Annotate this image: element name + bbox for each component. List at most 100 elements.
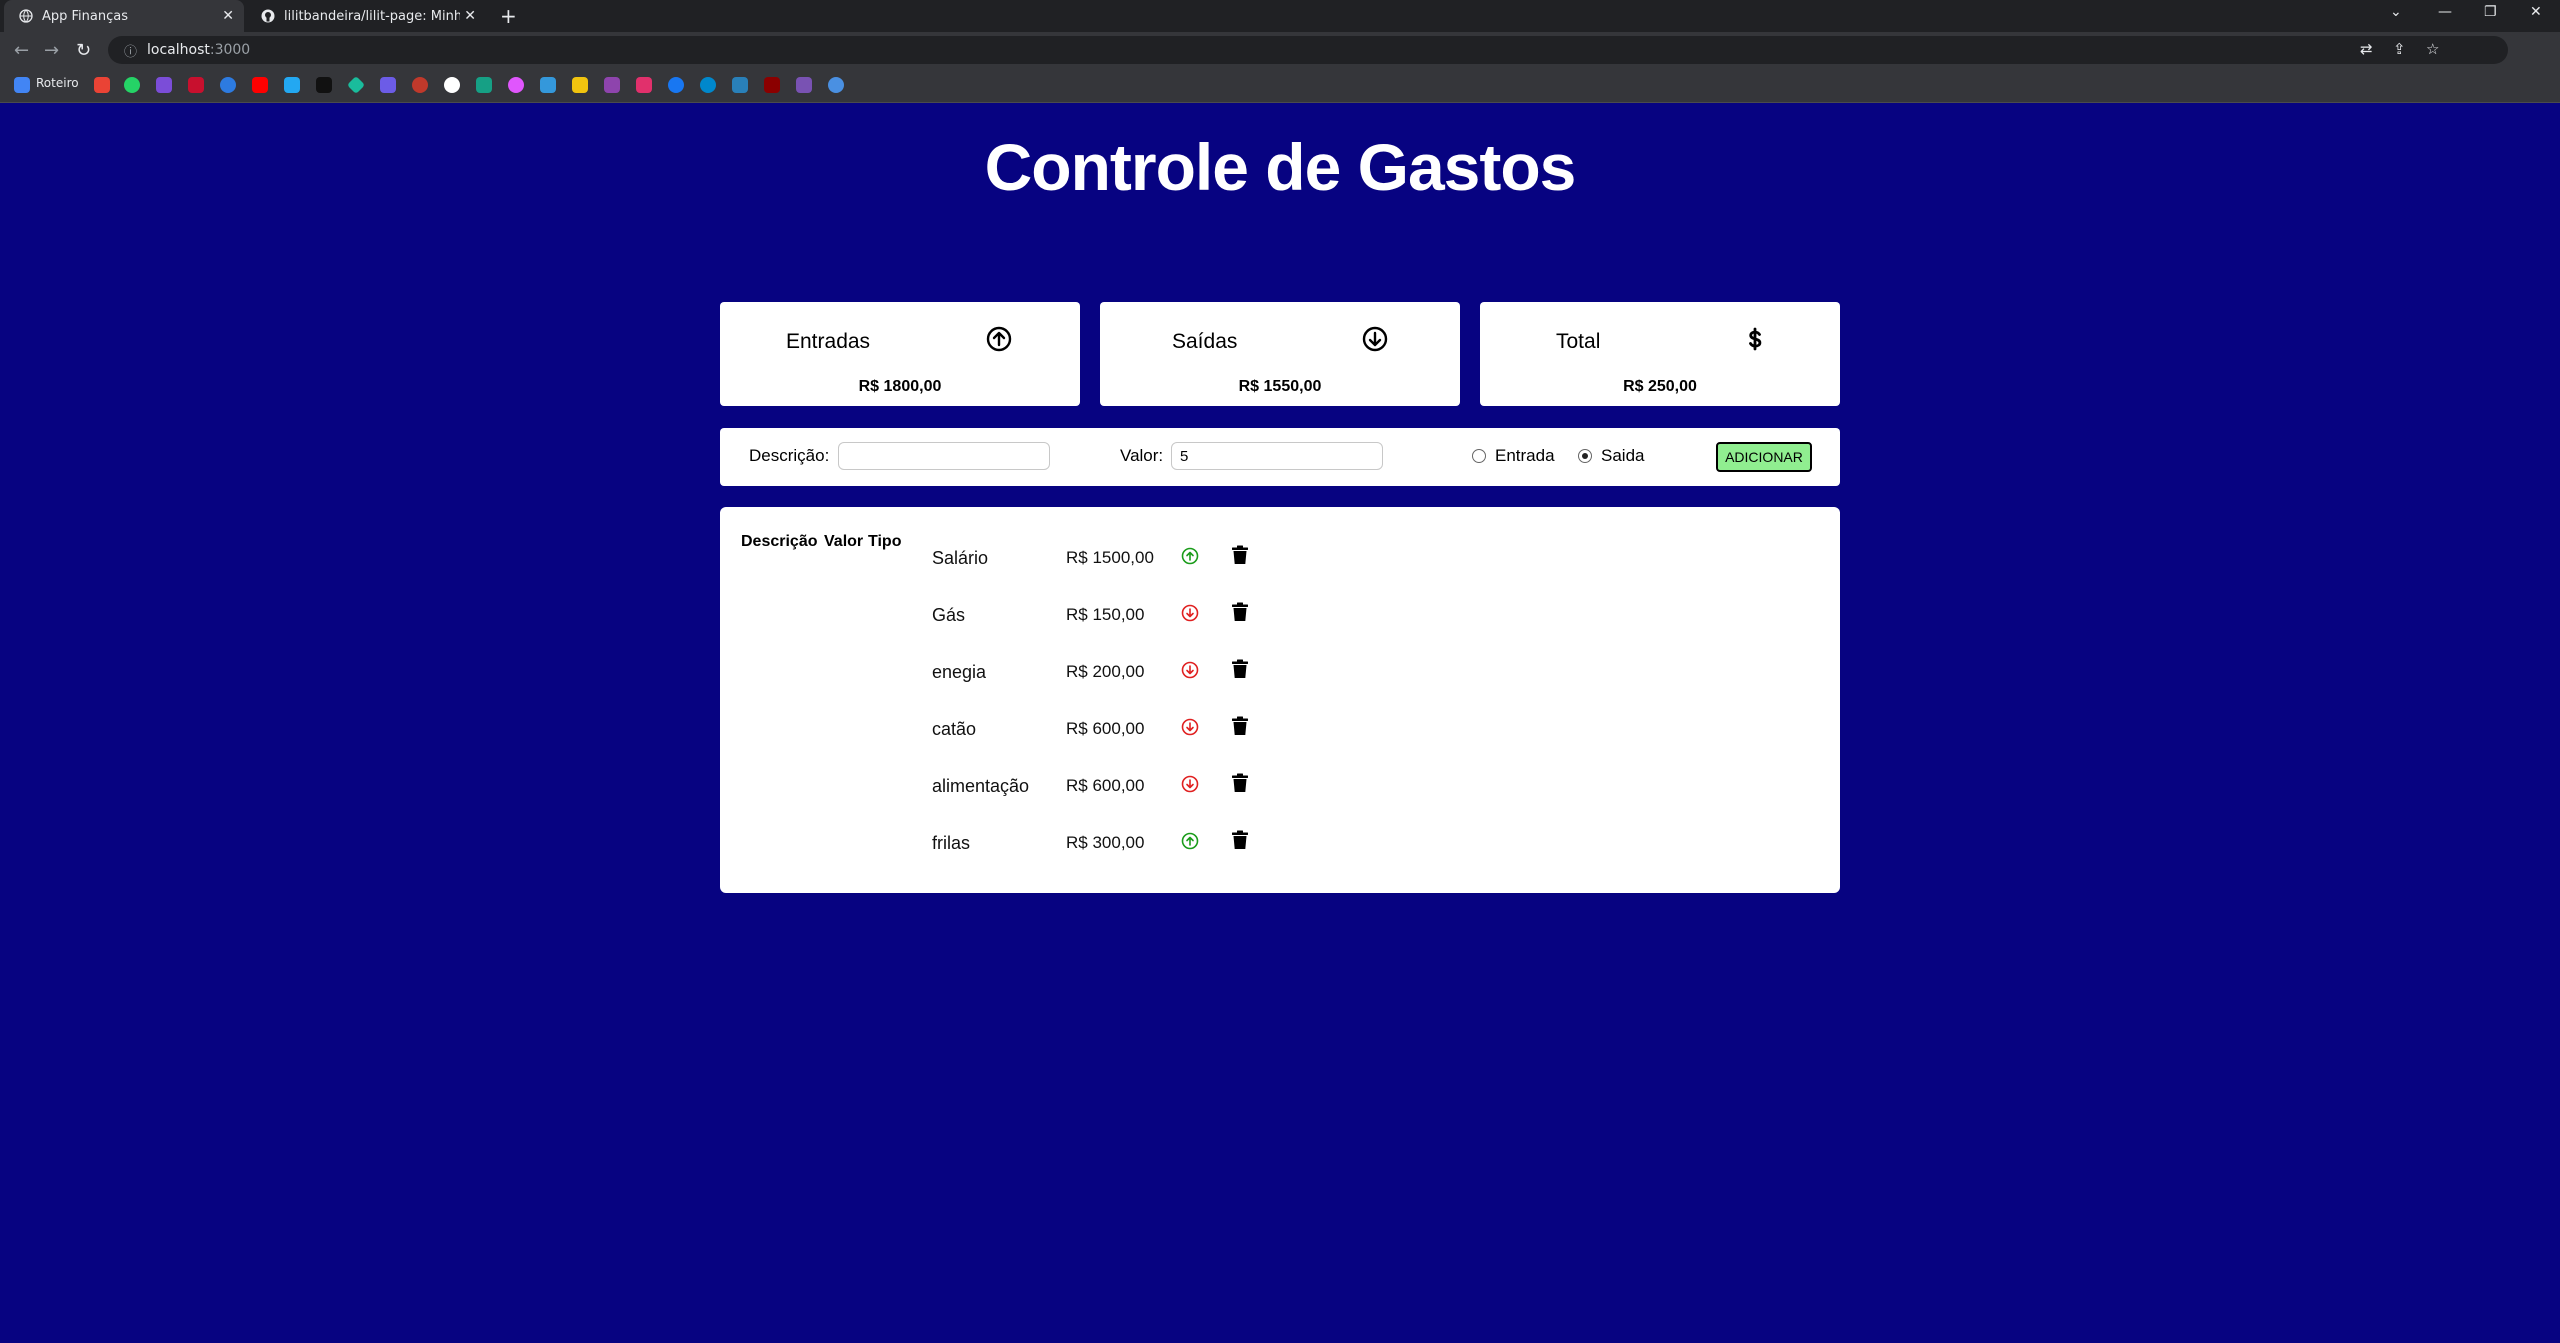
add-button[interactable]: ADICIONAR <box>1716 442 1812 472</box>
row-value: R$ 200,00 <box>1066 662 1145 681</box>
globe-icon <box>18 8 34 24</box>
close-icon[interactable]: ✕ <box>464 8 476 24</box>
row-description: Salário <box>932 548 989 568</box>
card-value: R$ 250,00 <box>1623 378 1697 395</box>
bookmark-icon[interactable] <box>508 77 524 93</box>
card-total: Total R$ 250,00 <box>1480 302 1840 406</box>
amount-label: Valor: <box>1120 446 1164 465</box>
restore-icon[interactable]: ❐ <box>2484 4 2497 20</box>
whatsapp-icon[interactable] <box>124 77 140 93</box>
arrow-down-circle-icon <box>1181 604 1199 622</box>
card-entradas: Entradas R$ 1800,00 <box>720 302 1080 406</box>
card-label: Entradas <box>786 330 871 353</box>
star-icon[interactable]: ☆ <box>2426 40 2439 58</box>
radio-saida[interactable] <box>1578 449 1592 463</box>
drive-icon[interactable] <box>572 77 588 93</box>
forward-icon[interactable]: → <box>44 40 59 61</box>
row-value: R$ 150,00 <box>1066 605 1145 624</box>
app-page: Controle de Gastos Entradas R$ 1800,00 S… <box>0 103 2560 1343</box>
bookmark-icon[interactable] <box>828 77 844 93</box>
table-row: frilas R$ 300,00 <box>720 823 1840 863</box>
arrow-down-circle-icon <box>1181 775 1199 793</box>
transactions-list: Descrição Valor Tipo Salário R$ 1500,00 … <box>720 507 1840 893</box>
table-row: enegia R$ 200,00 <box>720 652 1840 692</box>
radio-entrada[interactable] <box>1472 449 1486 463</box>
new-tab-icon[interactable]: + <box>500 4 517 28</box>
description-input[interactable] <box>838 442 1050 470</box>
bookmark-icon[interactable] <box>732 77 748 93</box>
bookmark-icon[interactable] <box>412 77 428 93</box>
card-saidas: Saídas R$ 1550,00 <box>1100 302 1460 406</box>
close-icon[interactable]: ✕ <box>222 8 234 24</box>
row-description: alimentação <box>932 776 1030 796</box>
instagram-icon[interactable] <box>636 77 652 93</box>
bootstrap-icon[interactable] <box>796 77 812 93</box>
tab-search-icon[interactable]: ⌄ <box>2390 4 2402 20</box>
card-label: Saídas <box>1172 330 1238 353</box>
bookmark-icon[interactable] <box>476 77 492 93</box>
row-value: R$ 600,00 <box>1066 776 1145 795</box>
description-label: Descrição: <box>749 446 830 465</box>
arrow-up-circle-icon <box>986 326 1012 352</box>
trash-icon[interactable] <box>1231 830 1249 850</box>
github-icon <box>260 8 276 24</box>
share-icon[interactable]: ⇪ <box>2393 40 2406 58</box>
url-text: localhost:3000 <box>147 42 251 58</box>
arrow-down-circle-icon <box>1181 661 1199 679</box>
bookmark-icon[interactable] <box>156 77 172 93</box>
bookmark-icon[interactable] <box>346 75 366 95</box>
trash-icon[interactable] <box>1231 545 1249 565</box>
row-description: frilas <box>932 833 971 853</box>
address-bar[interactable]: ⓘ localhost:3000 <box>108 36 2508 64</box>
trash-icon[interactable] <box>1231 602 1249 622</box>
info-icon[interactable]: ⓘ <box>124 41 137 60</box>
row-description: Gás <box>932 605 966 625</box>
back-icon[interactable]: ← <box>14 40 29 61</box>
bookmarks-bar: Roteiro <box>0 68 2560 103</box>
youtube-icon[interactable] <box>252 77 268 93</box>
trash-icon[interactable] <box>1231 716 1249 736</box>
card-value: R$ 1550,00 <box>1238 378 1322 395</box>
medium-icon[interactable] <box>316 77 332 93</box>
arrow-down-circle-icon <box>1181 718 1199 736</box>
row-value: R$ 600,00 <box>1066 719 1145 738</box>
facebook-icon[interactable] <box>668 77 684 93</box>
bookmark-icon[interactable] <box>188 77 204 93</box>
github-icon[interactable] <box>444 77 460 93</box>
translate-icon[interactable]: ⇄ <box>2360 40 2373 58</box>
table-row: alimentação R$ 600,00 <box>720 766 1840 806</box>
bookmark-label[interactable]: Roteiro <box>36 76 79 90</box>
bookmark-roteiro-icon[interactable] <box>14 77 30 93</box>
tab-github[interactable]: lilitbandeira/lilit-page: Minha pri ✕ <box>246 0 486 32</box>
row-description: enegia <box>932 662 987 682</box>
reload-icon[interactable]: ↻ <box>76 40 91 61</box>
card-value: R$ 1800,00 <box>858 378 942 395</box>
trash-icon[interactable] <box>1231 659 1249 679</box>
table-row: Gás R$ 150,00 <box>720 595 1840 635</box>
amount-input[interactable] <box>1171 442 1383 470</box>
arrow-down-circle-icon <box>1362 326 1388 352</box>
vscode-icon[interactable] <box>284 77 300 93</box>
browser-toolbar: ← → ↻ ⓘ localhost:3000 <box>0 32 2560 68</box>
trash-icon[interactable] <box>1231 773 1249 793</box>
row-value: R$ 1500,00 <box>1066 548 1154 567</box>
bookmark-icon[interactable] <box>540 77 556 93</box>
tab-app-financas[interactable]: App Finanças ✕ <box>4 0 244 32</box>
bookmark-icon[interactable] <box>604 77 620 93</box>
radio-entrada-label[interactable]: Entrada <box>1495 446 1555 466</box>
row-value: R$ 300,00 <box>1066 833 1145 852</box>
radio-saida-label[interactable]: Saida <box>1601 446 1644 466</box>
tab-title: lilitbandeira/lilit-page: Minha pri <box>284 8 460 24</box>
table-row: catão R$ 600,00 <box>720 709 1840 749</box>
telegram-icon[interactable] <box>700 77 716 93</box>
bookmark-icon[interactable] <box>764 77 780 93</box>
bookmark-icon[interactable] <box>380 77 396 93</box>
row-description: catão <box>932 719 977 739</box>
card-label: Total <box>1556 330 1601 353</box>
bookmark-icon[interactable] <box>220 77 236 93</box>
window-close-icon[interactable]: ✕ <box>2530 4 2542 20</box>
add-transaction-form: Descrição: Valor: Entrada Saida ADICIONA… <box>720 428 1840 486</box>
arrow-up-circle-icon <box>1181 547 1199 565</box>
minimize-icon[interactable]: — <box>2438 4 2452 20</box>
gmail-icon[interactable] <box>94 77 110 93</box>
